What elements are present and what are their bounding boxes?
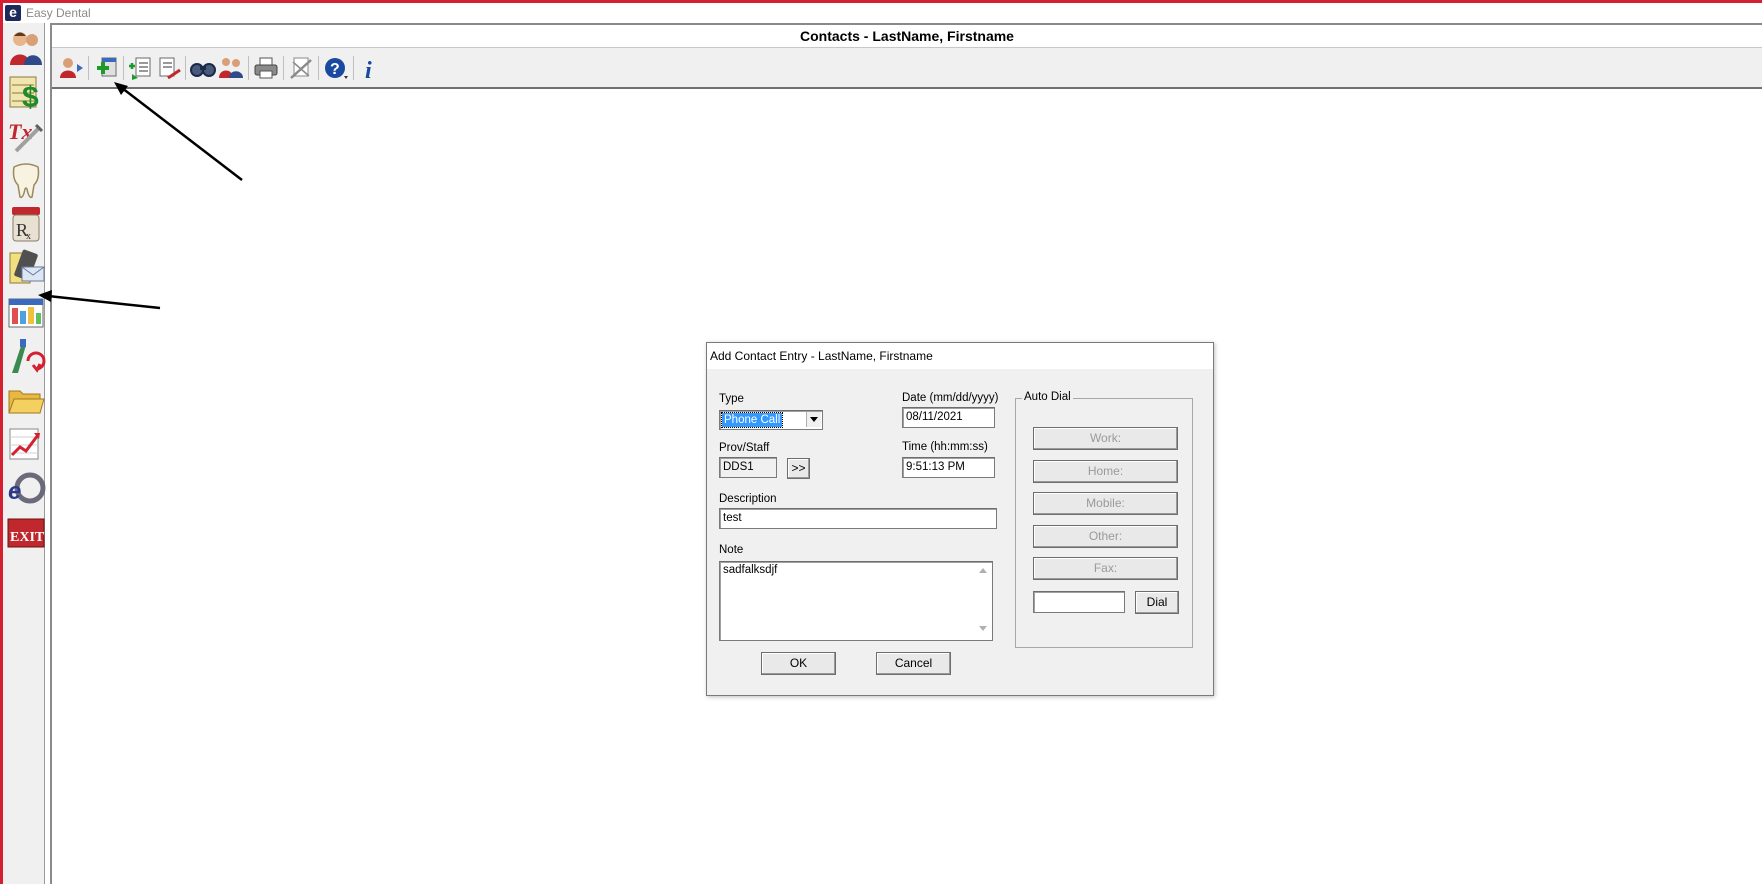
edit-entry-icon[interactable] — [154, 54, 182, 82]
chevron-down-icon[interactable] — [806, 412, 821, 427]
contacts-toolbar: ? i — [52, 47, 1762, 89]
chart-arrow-icon[interactable] — [6, 423, 46, 465]
toolbar-separator — [123, 56, 124, 80]
add-contact-icon[interactable] — [92, 54, 120, 82]
time-label: Time (hh:mm:ss) — [902, 441, 988, 453]
note-scrollbar[interactable] — [976, 563, 991, 637]
toolbar-separator — [283, 56, 284, 80]
ed-logo-icon[interactable]: e — [6, 467, 46, 509]
tooth-icon[interactable] — [6, 159, 46, 201]
app-title: Easy Dental — [26, 6, 91, 20]
exit-icon[interactable]: EXIT — [6, 511, 46, 553]
description-field[interactable]: test — [719, 508, 997, 529]
schedule-icon[interactable] — [6, 291, 46, 333]
type-label: Type — [719, 393, 744, 405]
prov-staff-label: Prov/Staff — [719, 442, 770, 454]
app-logo-icon: e — [5, 5, 21, 21]
toolbar-separator — [353, 56, 354, 80]
type-select-value: Phone Call — [720, 412, 784, 428]
dial-number-field[interactable] — [1033, 591, 1125, 613]
toolbar-separator — [88, 56, 89, 80]
svg-text:$: $ — [22, 81, 39, 113]
tx-icon[interactable]: Tx — [6, 115, 46, 157]
prov-staff-field: DDS1 — [719, 457, 777, 478]
auto-dial-group: Auto Dial Work: Home: Mobile: Other: Fax… — [1015, 391, 1193, 648]
exit-label: EXIT — [10, 530, 45, 545]
note-textarea[interactable]: sadfalksdjf — [719, 561, 993, 641]
date-label: Date (mm/dd/yyyy) — [902, 392, 999, 404]
help-glyph: ? — [330, 61, 340, 78]
cancel-button[interactable]: Cancel — [876, 652, 951, 675]
folder-icon[interactable] — [6, 379, 46, 421]
toolbar-separator — [248, 56, 249, 80]
ok-button[interactable]: OK — [761, 652, 836, 675]
help-icon[interactable]: ? — [322, 54, 350, 82]
info-glyph: i — [365, 58, 372, 82]
add-contact-entry-dialog: Add Contact Entry - LastName, Firstname … — [706, 342, 1214, 696]
dial-fax-button[interactable]: Fax: — [1033, 557, 1178, 580]
search-icon[interactable] — [189, 54, 217, 82]
toolbar-separator — [185, 56, 186, 80]
prov-staff-select-button[interactable]: >> — [787, 458, 810, 479]
auto-dial-legend: Auto Dial — [1022, 391, 1073, 403]
select-patient-icon[interactable] — [57, 54, 85, 82]
svg-text:e: e — [8, 478, 21, 505]
contacts-window-title: Contacts - LastName, Firstname — [52, 25, 1762, 47]
module-sidebar: $ Tx Rx e EXIT — [3, 23, 46, 884]
add-entry-icon[interactable] — [126, 54, 154, 82]
dial-button[interactable]: Dial — [1135, 591, 1179, 614]
dial-mobile-button[interactable]: Mobile: — [1033, 492, 1178, 515]
note-label: Note — [719, 544, 744, 556]
date-field[interactable]: 08/11/2021 — [902, 407, 995, 428]
family-icon[interactable] — [217, 54, 245, 82]
dial-other-button[interactable]: Other: — [1033, 525, 1178, 548]
note-text: sadfalksdjf — [723, 564, 778, 576]
scroll-up-icon[interactable] — [976, 565, 991, 577]
dialog-title: Add Contact Entry - LastName, Firstname — [707, 343, 1213, 369]
rx-icon[interactable]: Rx — [6, 203, 46, 245]
dial-home-button[interactable]: Home: — [1033, 460, 1178, 483]
delete-icon[interactable] — [287, 54, 315, 82]
toolbar-separator — [318, 56, 319, 80]
svg-text:x: x — [26, 231, 31, 242]
dollar-ledger-icon[interactable]: $ — [6, 71, 46, 113]
contact-envelope-icon[interactable] — [6, 247, 46, 289]
description-label: Description — [719, 493, 777, 505]
dial-work-button[interactable]: Work: — [1033, 427, 1178, 450]
time-field[interactable]: 9:51:13 PM — [902, 457, 995, 478]
app-titlebar: e Easy Dental — [3, 3, 1762, 23]
info-icon[interactable]: i — [357, 54, 385, 82]
scroll-down-icon[interactable] — [976, 623, 991, 635]
recall-icon[interactable] — [6, 335, 46, 377]
patients-icon[interactable] — [6, 27, 46, 69]
print-icon[interactable] — [252, 54, 280, 82]
type-select[interactable]: Phone Call — [719, 410, 823, 430]
